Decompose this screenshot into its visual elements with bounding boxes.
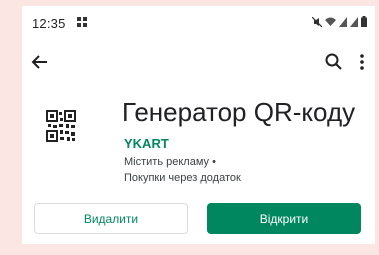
status-bar: 12:35 xyxy=(22,6,375,34)
back-arrow-icon[interactable] xyxy=(30,52,50,72)
battery-icon xyxy=(361,16,367,27)
status-icons xyxy=(312,16,367,27)
mute-icon xyxy=(312,17,322,27)
signal-icon xyxy=(350,17,358,27)
in-app-purchases-label: Покупки через додаток xyxy=(124,172,241,184)
contains-ads-text: Містить рекламу xyxy=(124,156,210,168)
status-time: 12:35 xyxy=(32,16,66,31)
meta-separator: • xyxy=(212,156,216,168)
uninstall-button[interactable]: Видалити xyxy=(34,203,188,234)
wifi-icon xyxy=(325,17,336,26)
search-icon[interactable] xyxy=(324,52,344,72)
app-bar xyxy=(22,44,375,80)
phone-screen: 12:35 Генератор QR-коду YKART Містить ре… xyxy=(22,6,375,244)
open-button[interactable]: Відкрити xyxy=(207,203,361,234)
more-vert-icon[interactable] xyxy=(356,52,368,72)
qr-code-icon xyxy=(46,110,76,142)
developer-link[interactable]: YKART xyxy=(124,136,169,151)
notification-icon xyxy=(77,17,87,27)
contains-ads-label: Містить рекламу • xyxy=(124,156,216,168)
signal-icon xyxy=(339,17,347,27)
app-title: Генератор QR-коду xyxy=(122,97,356,127)
